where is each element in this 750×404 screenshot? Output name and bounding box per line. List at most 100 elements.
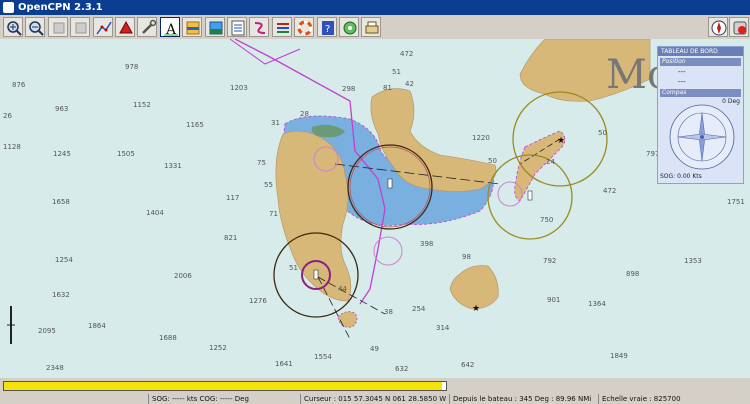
depth-sounding: 50 bbox=[598, 129, 607, 137]
depth-sounding: 38 bbox=[384, 308, 393, 316]
depth-sounding: 472 bbox=[400, 50, 413, 58]
tide-button[interactable] bbox=[204, 17, 225, 37]
compass-section-header: Compas bbox=[660, 89, 741, 97]
app-icon bbox=[3, 2, 14, 13]
wrench-icon bbox=[142, 19, 157, 34]
status-range-from-ship: Depuis le bateau : 345 Deg : 89.96 NMi bbox=[449, 394, 591, 404]
ais-icon bbox=[343, 21, 357, 35]
position-section-header: Position bbox=[660, 58, 741, 66]
island-marie-galante bbox=[449, 265, 499, 310]
progress-fill bbox=[4, 382, 442, 390]
zoom-out-button[interactable] bbox=[25, 17, 46, 37]
depth-sounding: 978 bbox=[125, 63, 138, 71]
magnifier-minus-icon bbox=[29, 21, 45, 36]
islet-south bbox=[337, 311, 358, 328]
depth-sounding: 750 bbox=[540, 216, 553, 224]
depth-sounding: 298 bbox=[342, 85, 355, 93]
lighthouse-icon[interactable] bbox=[313, 269, 319, 280]
depth-sounding: 792 bbox=[543, 257, 556, 265]
compass-icon bbox=[711, 20, 727, 36]
scale-in-button[interactable] bbox=[47, 17, 68, 37]
gps-status-button[interactable] bbox=[729, 17, 749, 37]
latitude-value: --- bbox=[678, 68, 686, 76]
depth-sounding: 71 bbox=[269, 210, 278, 218]
track-icon bbox=[255, 22, 266, 34]
wreck-icon: ★ bbox=[557, 136, 565, 146]
help-icon: ? bbox=[321, 21, 334, 35]
follow-ship-button[interactable] bbox=[115, 17, 135, 37]
route-manager-icon bbox=[231, 20, 245, 36]
depth-sounding: 1203 bbox=[230, 84, 248, 92]
ship-icon bbox=[119, 20, 133, 34]
depth-sounding: 50 bbox=[488, 157, 497, 165]
depth-sounding: 1849 bbox=[610, 352, 628, 360]
track-button[interactable] bbox=[249, 17, 270, 37]
text-toggle-button[interactable]: A bbox=[159, 17, 180, 37]
depth-sounding: 254 bbox=[412, 305, 426, 313]
depth-sounding: 1254 bbox=[55, 256, 73, 264]
chart-canvas[interactable]: ★ ★ Mo 472 978 51 876 1203 298 81 42 963 1152 28 26… bbox=[0, 39, 750, 378]
depth-sounding: 1331 bbox=[164, 162, 182, 170]
dashboard-title[interactable]: TABLEAU DE BORD bbox=[658, 47, 743, 56]
depth-sounding: 75 bbox=[257, 159, 266, 167]
depth-sounding: 1658 bbox=[52, 198, 70, 206]
dashboard-panel[interactable]: TABLEAU DE BORD Position --- --- Compas … bbox=[657, 46, 744, 184]
status-sog-cog: SOG: ----- kts COG: ----- Deg bbox=[148, 394, 249, 404]
print-button[interactable] bbox=[361, 17, 382, 37]
ais-button[interactable] bbox=[339, 17, 359, 37]
toolbar: A? bbox=[0, 15, 750, 40]
lifebuoy-icon bbox=[297, 20, 313, 36]
depth-sounding: 642 bbox=[461, 361, 474, 369]
tide-icon bbox=[209, 21, 223, 35]
status-scale: Echelle vraie : 825700 bbox=[598, 394, 681, 404]
depth-sounding: 314 bbox=[436, 324, 450, 332]
progress-track bbox=[3, 381, 447, 391]
title-bar: OpenCPN 2.3.1 bbox=[0, 0, 750, 15]
depth-sounding: 24 bbox=[546, 158, 555, 166]
depth-sounding: 1276 bbox=[249, 297, 267, 305]
depth-sounding: 1554 bbox=[314, 353, 332, 361]
route-icon bbox=[95, 21, 112, 35]
depth-sounding: 55 bbox=[264, 181, 273, 189]
island-west bbox=[275, 130, 352, 302]
help-button[interactable]: ? bbox=[316, 17, 337, 37]
colorscheme-button[interactable] bbox=[271, 17, 292, 37]
sog-value: SOG: 0.00 Kts bbox=[660, 173, 702, 180]
depth-sounding: 28 bbox=[300, 110, 309, 118]
depth-sounding: 1245 bbox=[53, 150, 71, 158]
gps-status-icon bbox=[733, 21, 747, 35]
depth-sounding: 821 bbox=[224, 234, 237, 242]
depth-sounding: 1165 bbox=[186, 121, 204, 129]
depth-sounding: 42 bbox=[405, 80, 414, 88]
depth-sounding: 117 bbox=[226, 194, 239, 202]
depth-sounding: 472 bbox=[603, 187, 616, 195]
window-title: OpenCPN 2.3.1 bbox=[18, 2, 103, 13]
scale-out-icon bbox=[75, 22, 87, 34]
depth-sounding: 44 bbox=[338, 285, 347, 293]
depth-sounding: 2348 bbox=[46, 364, 64, 372]
depth-sounding: 1128 bbox=[3, 143, 21, 151]
compass-rose-icon bbox=[669, 104, 735, 170]
compass-button[interactable] bbox=[708, 17, 728, 37]
print-icon bbox=[365, 21, 379, 34]
depth-sounding: 49 bbox=[370, 345, 379, 353]
route-track-2[interactable] bbox=[229, 39, 301, 65]
lighthouse-icon[interactable] bbox=[387, 178, 393, 189]
depth-sounding: 398 bbox=[420, 240, 433, 248]
zoom-in-button[interactable] bbox=[3, 17, 23, 37]
mob-button[interactable] bbox=[294, 17, 315, 37]
chart-svg[interactable]: ★ ★ Mo 47297851876 1203 298 81 42963 11522826… bbox=[0, 39, 750, 378]
depth-sounding: 1641 bbox=[275, 360, 293, 368]
depth-sounding: 81 bbox=[383, 84, 392, 92]
scale-out-button[interactable] bbox=[70, 17, 91, 37]
progress-area bbox=[0, 378, 750, 394]
lighthouse-icon[interactable] bbox=[527, 190, 533, 201]
current-button[interactable] bbox=[182, 17, 203, 37]
depth-sounding: 1220 bbox=[472, 134, 490, 142]
depth-sounding: 1751 bbox=[727, 198, 745, 206]
settings-button[interactable] bbox=[137, 17, 158, 37]
colorscheme-icon bbox=[276, 23, 289, 33]
route-manager-button[interactable] bbox=[227, 17, 247, 37]
route-button[interactable] bbox=[92, 17, 113, 37]
depth-sounding: 898 bbox=[626, 270, 639, 278]
